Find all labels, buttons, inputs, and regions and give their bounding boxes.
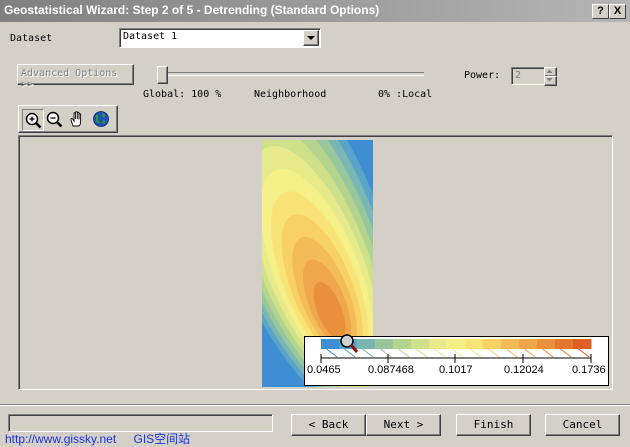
legend-swatch-4 bbox=[393, 339, 412, 349]
close-button[interactable]: X bbox=[609, 4, 626, 19]
zoom-out-icon bbox=[46, 111, 63, 128]
legend-tick-label-1: 0.087468 bbox=[368, 364, 414, 376]
legend-swatch-7 bbox=[447, 339, 466, 349]
power-value: 2 bbox=[515, 70, 522, 81]
legend-tick-label-4: 0.1736 bbox=[572, 364, 606, 376]
legend-swatch-5 bbox=[411, 339, 430, 349]
legend-swatch-12 bbox=[537, 339, 556, 349]
power-label: Power: bbox=[464, 70, 501, 81]
power-field: 2 bbox=[511, 67, 545, 85]
legend-tick-label-3: 0.12024 bbox=[504, 364, 544, 376]
neighborhood-slider-track[interactable] bbox=[162, 72, 424, 76]
legend-leader-4 bbox=[398, 348, 410, 358]
legend-leader-12 bbox=[542, 348, 554, 358]
legend-tick-label-2: 0.1017 bbox=[439, 364, 473, 376]
legend-swatch-9 bbox=[483, 339, 502, 349]
legend-panel: 0.0465 0.087468 0.1017 0.12024 0.1736 bbox=[304, 333, 609, 386]
legend-leader-8 bbox=[470, 348, 482, 358]
power-spin-down bbox=[544, 76, 557, 86]
legend-swatch-14 bbox=[573, 339, 592, 349]
cancel-button[interactable]: Cancel bbox=[545, 414, 620, 436]
pan-tool[interactable] bbox=[67, 109, 87, 129]
zoom-in-icon bbox=[25, 112, 42, 129]
legend-swatch-3 bbox=[375, 339, 394, 349]
legend-swatch-6 bbox=[429, 339, 448, 349]
legend-swatch-11 bbox=[519, 339, 538, 349]
legend-swatch-8 bbox=[465, 339, 484, 349]
advanced-options-label: Advanced Options >> bbox=[21, 68, 118, 90]
back-button[interactable]: < Back bbox=[291, 414, 366, 436]
map-preview-panel[interactable]: 0.0465 0.087468 0.1017 0.12024 0.1736 bbox=[18, 135, 613, 390]
legend-leader-13 bbox=[560, 348, 572, 358]
pan-hand-icon bbox=[70, 111, 82, 127]
window-title: Geostatistical Wizard: Step 2 of 5 - Det… bbox=[4, 3, 380, 17]
next-button[interactable]: Next > bbox=[366, 414, 441, 436]
dataset-select[interactable]: Dataset 1 bbox=[119, 28, 321, 48]
legend-leader-11 bbox=[524, 348, 536, 358]
slider-local-label: 0% :Local bbox=[378, 89, 433, 100]
zoom-out-tool[interactable] bbox=[44, 109, 64, 129]
legend-leader-6 bbox=[434, 348, 446, 358]
dataset-label: Dataset bbox=[10, 33, 53, 44]
neighborhood-slider-thumb[interactable] bbox=[157, 66, 168, 84]
full-extent-tool[interactable] bbox=[91, 109, 111, 129]
legend-leader-14 bbox=[578, 348, 590, 358]
legend-leader-10 bbox=[506, 348, 518, 358]
legend-leader-5 bbox=[416, 348, 428, 358]
advanced-options-button: Advanced Options >> bbox=[17, 64, 134, 90]
legend-leader-7 bbox=[452, 348, 464, 358]
slider-neighborhood-label: Neighborhood bbox=[254, 89, 327, 100]
finish-button[interactable]: Finish bbox=[456, 414, 531, 436]
legend-swatch-10 bbox=[501, 339, 520, 349]
legend-leader-2 bbox=[362, 348, 374, 358]
dataset-select-value: Dataset 1 bbox=[123, 31, 178, 42]
legend-leader-0 bbox=[326, 348, 338, 358]
legend-tick-label-0: 0.0465 bbox=[307, 364, 341, 376]
legend-magnifier-icon[interactable] bbox=[338, 333, 360, 357]
zoom-in-tool[interactable] bbox=[22, 109, 44, 131]
legend-swatch-0 bbox=[321, 339, 340, 349]
watermark: http://www.gissky.net GIS空间站 bbox=[5, 430, 190, 447]
slider-global-label: Global: 100 % bbox=[143, 89, 222, 100]
title-bar[interactable]: Geostatistical Wizard: Step 2 of 5 - Det… bbox=[0, 0, 630, 22]
footer-separator bbox=[0, 404, 630, 406]
help-button[interactable]: ? bbox=[592, 4, 609, 19]
map-toolbar bbox=[18, 105, 118, 133]
legend-leader-3 bbox=[380, 348, 392, 358]
legend-swatch-13 bbox=[555, 339, 574, 349]
chevron-down-icon[interactable] bbox=[303, 30, 319, 46]
legend-leader-9 bbox=[488, 348, 500, 358]
globe-icon bbox=[93, 111, 109, 127]
